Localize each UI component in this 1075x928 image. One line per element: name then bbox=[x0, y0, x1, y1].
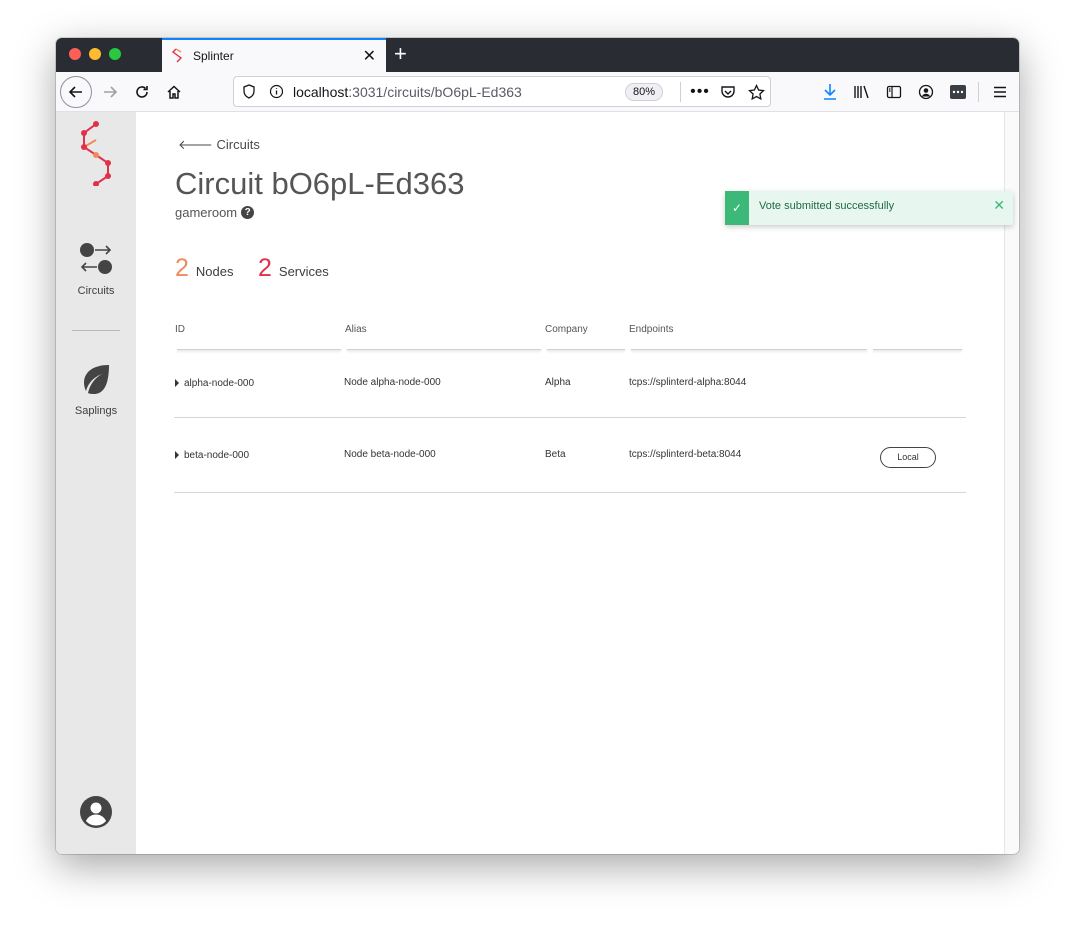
node-endpoint: tcps://splinterd-alpha:8044 bbox=[629, 377, 747, 388]
url-path: :3031/circuits/bO6pL-Ed363 bbox=[348, 84, 522, 100]
app-container: Circuits Saplings 🡐 Circuits Circuit bO6… bbox=[56, 112, 1019, 854]
reload-icon bbox=[136, 86, 148, 98]
services-label: Services bbox=[278, 264, 329, 279]
sidebar-toggle-button[interactable] bbox=[880, 77, 908, 107]
splinter-favicon-icon bbox=[172, 48, 183, 63]
page-title: Circuit bO6pL-Ed363 bbox=[175, 166, 465, 201]
minimize-window-button[interactable] bbox=[89, 48, 101, 60]
bookmark-button[interactable] bbox=[742, 77, 770, 107]
browser-tab[interactable]: Splinter ✕ bbox=[162, 38, 386, 72]
header-underline bbox=[873, 346, 962, 350]
url-host: localhost bbox=[293, 84, 349, 100]
table-row[interactable]: alpha-node-000 Node alpha-node-000 Alpha… bbox=[174, 355, 966, 418]
nodes-stat: 2 Nodes bbox=[175, 254, 233, 283]
sidebar-divider bbox=[72, 330, 120, 331]
circuits-icon bbox=[80, 243, 112, 274]
url-text: localhost:3031/circuits/bO6pL-Ed363 bbox=[293, 84, 522, 100]
node-id: beta-node-000 bbox=[184, 450, 250, 461]
info-icon bbox=[269, 84, 284, 99]
node-company: Beta bbox=[545, 449, 566, 460]
checkmark-icon: ✓ bbox=[731, 201, 743, 215]
close-toast-icon[interactable]: ✕ bbox=[993, 197, 1005, 214]
column-header-company[interactable]: Company bbox=[545, 324, 588, 335]
header-underline bbox=[631, 346, 867, 350]
close-window-button[interactable] bbox=[69, 48, 81, 60]
toolbar-divider bbox=[680, 82, 681, 102]
table-row[interactable]: beta-node-000 Node beta-node-000 Beta tc… bbox=[174, 418, 966, 493]
expand-caret-icon[interactable] bbox=[175, 379, 179, 387]
column-header-id[interactable]: ID bbox=[175, 324, 185, 335]
node-endpoint: tcps://splinterd-beta:8044 bbox=[629, 449, 742, 460]
node-company: Alpha bbox=[545, 377, 571, 388]
pocket-icon bbox=[721, 86, 735, 98]
pocket-button[interactable] bbox=[714, 77, 742, 107]
local-node-badge: Local bbox=[880, 447, 936, 468]
header-underline bbox=[547, 346, 625, 350]
arrow-right-icon bbox=[104, 86, 118, 98]
arrow-left-icon: 🡐 bbox=[178, 137, 213, 152]
arrow-left-icon bbox=[68, 86, 82, 98]
account-button[interactable] bbox=[912, 77, 940, 107]
header-underline bbox=[347, 346, 541, 350]
sidebar-item-label: Saplings bbox=[74, 405, 118, 417]
services-count: 2 bbox=[258, 254, 272, 282]
extension-icon bbox=[950, 85, 966, 99]
node-id-cell[interactable]: alpha-node-000 bbox=[175, 378, 254, 389]
home-icon bbox=[167, 85, 181, 99]
services-stat: 2 Services bbox=[258, 254, 329, 283]
circuit-type-label: gameroom bbox=[175, 205, 238, 220]
forward-button[interactable] bbox=[96, 77, 124, 107]
star-icon bbox=[747, 83, 765, 100]
column-header-alias[interactable]: Alias bbox=[345, 324, 367, 335]
menu-button[interactable] bbox=[986, 77, 1014, 107]
back-link-label: Circuits bbox=[216, 137, 260, 152]
page-actions-button[interactable]: ••• bbox=[686, 77, 714, 107]
node-id: alpha-node-000 bbox=[184, 378, 255, 389]
splinter-logo-icon[interactable] bbox=[76, 120, 116, 186]
hamburger-icon bbox=[994, 86, 1006, 98]
sidebar-item-label: Circuits bbox=[77, 285, 115, 297]
circuit-type: gameroom ? bbox=[175, 205, 255, 220]
tab-bar: Splinter ✕ + bbox=[56, 38, 1019, 72]
node-alias: Node beta-node-000 bbox=[344, 449, 436, 460]
browser-window: Splinter ✕ + localhost:3031/circuits/bO6… bbox=[56, 38, 1019, 854]
account-icon bbox=[918, 84, 934, 100]
leaf-icon bbox=[84, 365, 109, 394]
tab-title: Splinter bbox=[193, 49, 234, 63]
toolbar-divider bbox=[978, 82, 979, 102]
header-underline bbox=[177, 346, 341, 350]
shield-icon bbox=[243, 84, 255, 99]
sidebar: Circuits Saplings bbox=[56, 112, 136, 854]
home-button[interactable] bbox=[160, 77, 188, 107]
nodes-count: 2 bbox=[175, 254, 189, 282]
back-button[interactable] bbox=[60, 76, 92, 108]
back-to-circuits-link[interactable]: 🡐 Circuits bbox=[178, 137, 260, 153]
download-icon bbox=[824, 84, 836, 100]
node-alias: Node alpha-node-000 bbox=[344, 377, 441, 388]
library-button[interactable] bbox=[848, 77, 876, 107]
downloads-button[interactable] bbox=[816, 77, 844, 107]
toast-accent: ✓ bbox=[725, 191, 749, 225]
sidebar-item-saplings[interactable]: Saplings bbox=[56, 362, 136, 417]
nodes-label: Nodes bbox=[195, 264, 234, 279]
close-tab-icon[interactable]: ✕ bbox=[363, 46, 376, 66]
toast-message: Vote submitted successfully bbox=[759, 200, 895, 212]
reload-button[interactable] bbox=[128, 77, 156, 107]
nav-toolbar: localhost:3031/circuits/bO6pL-Ed363 80% … bbox=[56, 72, 1019, 112]
sidebar-icon bbox=[886, 85, 902, 99]
new-tab-button[interactable]: + bbox=[394, 41, 407, 67]
extension-button[interactable] bbox=[944, 77, 972, 107]
help-icon[interactable]: ? bbox=[241, 206, 255, 219]
user-avatar-icon[interactable] bbox=[80, 796, 112, 828]
sidebar-item-circuits[interactable]: Circuits bbox=[56, 242, 136, 297]
maximize-window-button[interactable] bbox=[109, 48, 121, 60]
zoom-level-badge[interactable]: 80% bbox=[625, 83, 664, 101]
success-toast: ✓ Vote submitted successfully ✕ bbox=[725, 191, 1013, 225]
node-id-cell[interactable]: beta-node-000 bbox=[175, 450, 249, 461]
column-header-endpoints[interactable]: Endpoints bbox=[629, 324, 673, 335]
library-icon bbox=[854, 85, 869, 99]
expand-caret-icon[interactable] bbox=[175, 451, 179, 459]
